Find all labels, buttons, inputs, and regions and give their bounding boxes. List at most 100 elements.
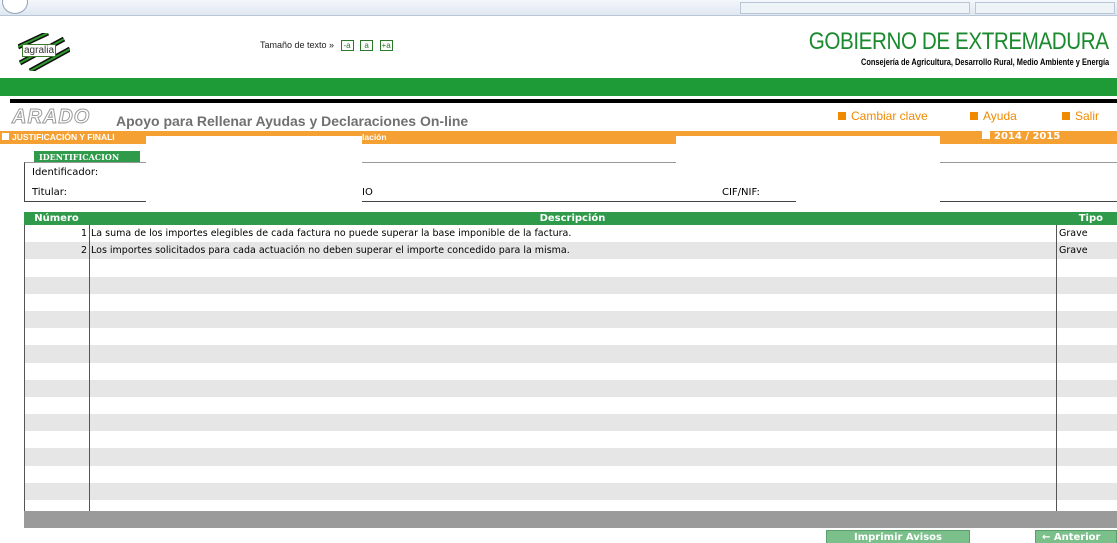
header-divider <box>10 99 1117 103</box>
bullet-icon <box>2 133 9 140</box>
column-divider <box>1056 225 1057 511</box>
row-number <box>24 345 89 362</box>
back-nav-icon[interactable] <box>2 0 28 14</box>
column-divider <box>89 225 90 511</box>
section-title: JUSTIFICACIÓN Y FINALI <box>2 132 115 142</box>
row-type <box>1056 448 1117 465</box>
header-green-band <box>0 78 1117 96</box>
table-row[interactable] <box>24 414 1117 432</box>
table-row[interactable] <box>24 294 1117 311</box>
row-type <box>1056 363 1117 380</box>
row-description <box>89 259 1056 276</box>
text-size-label: Tamaño de texto » <box>260 40 335 50</box>
header-type[interactable]: Tipo <box>1056 212 1117 225</box>
redacted-area <box>676 136 940 176</box>
table-row[interactable] <box>24 482 1117 500</box>
table-row[interactable]: 1 La suma de los importes elegibles de ca… <box>24 225 1117 242</box>
browser-address-box[interactable] <box>740 2 970 14</box>
row-type <box>1056 466 1117 483</box>
row-number <box>24 363 89 380</box>
row-description <box>89 363 1056 380</box>
row-description <box>89 483 1056 500</box>
table-row[interactable] <box>24 379 1117 397</box>
holder-label: Titular: <box>32 187 68 198</box>
row-description <box>89 380 1056 397</box>
text-size-normal-button[interactable]: a <box>360 40 374 52</box>
help-link[interactable]: Ayuda <box>970 109 1017 123</box>
row-type <box>1056 483 1117 500</box>
identifier-label: Identificador: <box>32 167 99 178</box>
table-row[interactable] <box>24 259 1117 276</box>
row-type <box>1056 345 1117 362</box>
row-number: 2 <box>80 245 87 257</box>
table-row[interactable] <box>24 276 1117 294</box>
browser-search-box[interactable] <box>975 2 1115 14</box>
row-description <box>89 294 1056 311</box>
row-number <box>24 380 89 397</box>
section-title-fragment: lación <box>362 132 387 142</box>
redacted-area <box>146 136 362 214</box>
bullet-icon <box>982 131 990 139</box>
row-description <box>89 345 1056 362</box>
browser-toolbar <box>0 0 1117 16</box>
table-row[interactable] <box>24 363 1117 380</box>
app-subtitle: Apoyo para Rellenar Ayudas y Declaracion… <box>116 113 469 129</box>
text-size-control: Tamaño de texto » -a a +a <box>260 40 393 52</box>
row-type <box>1056 311 1117 328</box>
table-footer <box>24 511 1117 528</box>
row-number <box>24 294 89 311</box>
redacted-area <box>796 175 940 215</box>
table-left-border <box>24 225 25 511</box>
row-number <box>24 483 89 500</box>
row-description <box>89 277 1056 294</box>
row-type <box>1056 414 1117 431</box>
row-type <box>1056 294 1117 311</box>
logo-text: agralia <box>22 44 57 57</box>
row-description <box>89 311 1056 328</box>
row-number <box>24 259 89 276</box>
row-number <box>24 277 89 294</box>
row-type <box>1056 397 1117 414</box>
row-type <box>1056 259 1117 276</box>
row-description: La suma de los importes elegibles de cad… <box>91 228 572 239</box>
text-size-increase-button[interactable]: +a <box>379 40 393 52</box>
row-type <box>1056 328 1117 345</box>
table-row[interactable] <box>24 448 1117 466</box>
table-row[interactable] <box>24 397 1117 414</box>
row-number <box>24 448 89 465</box>
table-row[interactable] <box>24 466 1117 483</box>
table-header: Número Descripción Tipo <box>24 212 1117 225</box>
header-description[interactable]: Descripción <box>89 212 1056 225</box>
table-row[interactable] <box>24 310 1117 329</box>
row-description: Los importes solicitados para cada actua… <box>91 245 570 257</box>
row-description <box>89 414 1056 431</box>
header-number[interactable]: Número <box>24 212 89 225</box>
text-size-decrease-button[interactable]: -a <box>340 40 354 52</box>
campaign-year[interactable]: 2014 / 2015 <box>982 131 1060 142</box>
row-type <box>1056 277 1117 294</box>
row-number <box>24 466 89 483</box>
row-number <box>24 431 89 448</box>
row-type: Grave <box>1059 228 1088 239</box>
change-password-link[interactable]: Cambiar clave <box>838 109 928 123</box>
table-row[interactable] <box>24 328 1117 345</box>
print-warnings-button[interactable]: Imprimir Avisos <box>826 530 970 543</box>
table-row[interactable] <box>24 431 1117 448</box>
table-row[interactable] <box>24 345 1117 363</box>
row-number <box>24 311 89 328</box>
row-description <box>89 466 1056 483</box>
exit-link[interactable]: Salir <box>1062 109 1099 123</box>
row-description <box>89 448 1056 465</box>
row-type <box>1056 431 1117 448</box>
table-row[interactable]: 2 Los importes solicitados para cada actu… <box>24 242 1117 260</box>
bullet-icon <box>838 112 846 120</box>
back-button[interactable]: ← Anterior <box>1035 530 1117 543</box>
bullet-icon <box>1062 112 1070 120</box>
row-description <box>89 328 1056 345</box>
row-description <box>89 431 1056 448</box>
agralia-logo[interactable]: agralia <box>16 30 72 74</box>
row-type <box>1056 380 1117 397</box>
row-number: 1 <box>80 228 87 239</box>
row-number <box>24 397 89 414</box>
warnings-table: Número Descripción Tipo 1 La suma de los … <box>24 212 1117 517</box>
